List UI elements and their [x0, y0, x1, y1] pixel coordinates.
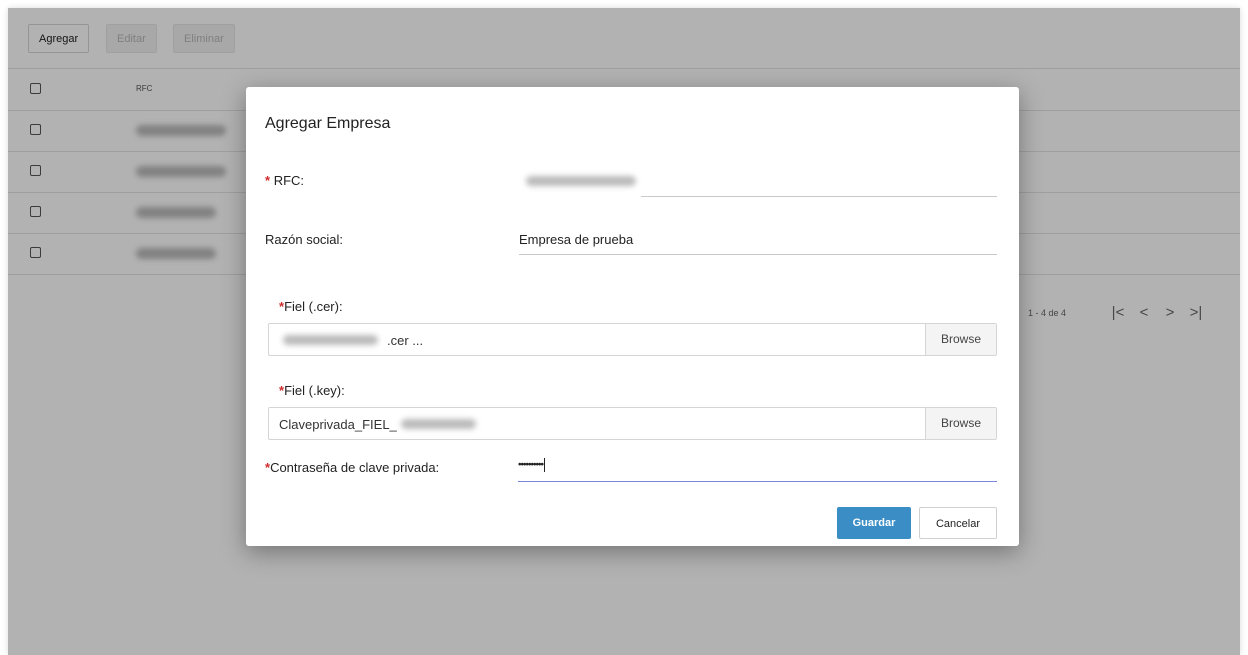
rfc-value-redacted [526, 176, 636, 186]
password-input[interactable]: •••••••••• [518, 458, 546, 472]
cer-filename: .cer ... [387, 333, 424, 348]
razon-social-label: Razón social: [265, 232, 344, 247]
cer-filename-redacted [283, 335, 378, 345]
razon-social-input[interactable]: Empresa de prueba [519, 232, 633, 247]
rfc-label: * RFC: [265, 173, 304, 188]
fiel-cer-file-input[interactable]: .cer ... Browse [268, 323, 997, 356]
required-mark: * [265, 173, 271, 188]
text-cursor [544, 458, 546, 472]
password-value: •••••••••• [518, 459, 544, 471]
razon-social-underline [519, 254, 997, 255]
fiel-key-label: *Fiel (.key): [279, 383, 345, 398]
password-label-text: Contraseña de clave privada: [270, 460, 440, 475]
save-button[interactable]: Guardar [837, 507, 911, 539]
fiel-key-label-text: Fiel (.key): [284, 383, 345, 398]
browse-cer-button[interactable]: Browse [925, 324, 996, 355]
fiel-key-file-input[interactable]: Claveprivada_FIEL_ Browse [268, 407, 997, 440]
rfc-label-text: RFC: [273, 173, 305, 188]
fiel-cer-label: *Fiel (.cer): [279, 299, 343, 314]
password-underline [518, 481, 997, 482]
browse-key-button[interactable]: Browse [925, 408, 996, 439]
key-filename: Claveprivada_FIEL_ [279, 417, 397, 432]
password-label: *Contraseña de clave privada: [265, 460, 439, 475]
fiel-cer-label-text: Fiel (.cer): [284, 299, 343, 314]
dialog-title: Agregar Empresa [265, 115, 391, 132]
cancel-button[interactable]: Cancelar [919, 507, 997, 539]
rfc-input[interactable] [641, 196, 997, 197]
add-company-dialog: Agregar Empresa * RFC: Razón social: Emp… [246, 87, 1019, 546]
key-filename-redacted [401, 419, 476, 429]
